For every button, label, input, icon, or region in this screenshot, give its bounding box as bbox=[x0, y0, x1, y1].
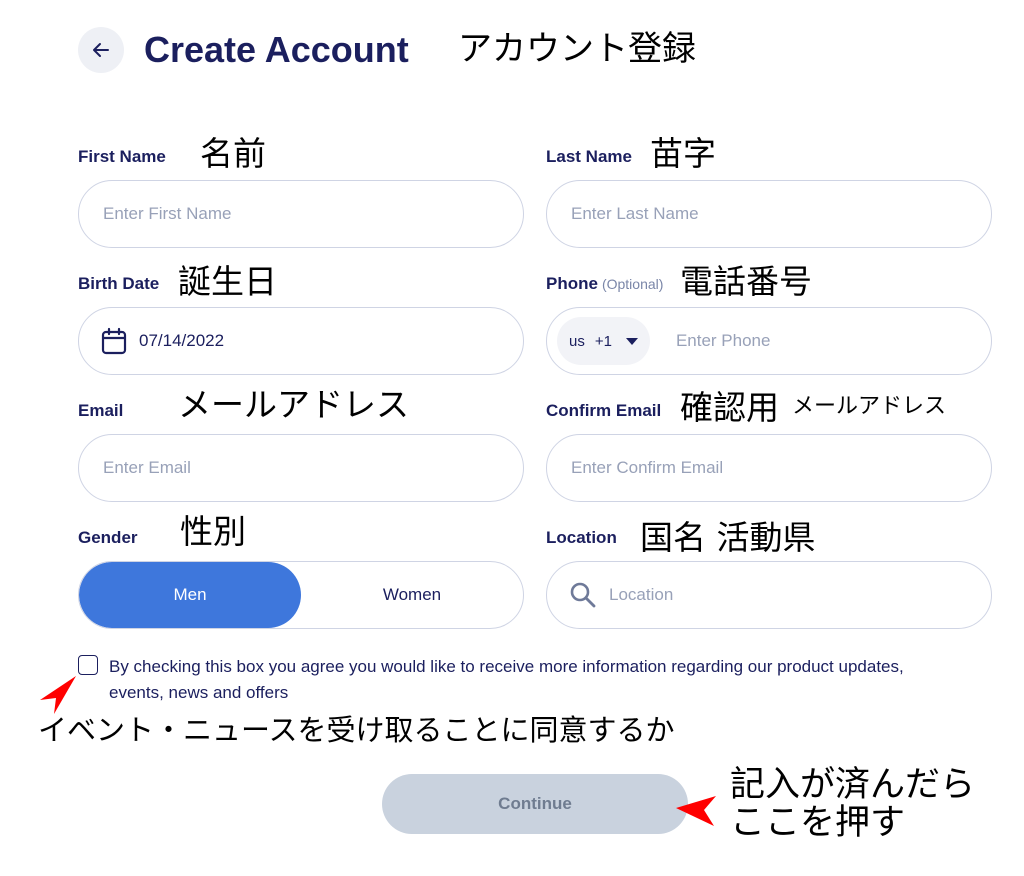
last-name-annotation: 苗字 bbox=[650, 134, 716, 173]
phone-label-text: Phone bbox=[546, 274, 598, 293]
email-label: Email bbox=[78, 401, 124, 420]
consent-annotation-arrow-icon bbox=[40, 676, 76, 714]
first-name-label: First Name bbox=[78, 147, 166, 166]
continue-annotation: 記入が済んだら ここを押す bbox=[730, 766, 975, 842]
phone-input[interactable] bbox=[673, 330, 969, 352]
continue-annotation-line1: 記入が済んだら bbox=[730, 765, 976, 805]
gender-annotation: 性別 bbox=[180, 512, 246, 551]
confirm-email-annotation: 確認用 bbox=[680, 388, 779, 427]
gender-option-women[interactable]: Women bbox=[301, 562, 523, 628]
email-annotation: メールアドレス bbox=[178, 385, 409, 424]
continue-annotation-line2: ここを押す bbox=[730, 803, 906, 843]
last-name-input[interactable] bbox=[569, 203, 969, 225]
gender-toggle[interactable]: Men Women bbox=[78, 561, 524, 629]
first-name-field[interactable] bbox=[78, 180, 524, 248]
continue-button[interactable]: Continue bbox=[382, 774, 688, 834]
confirm-email-annotation-small: メールアドレス bbox=[792, 394, 947, 419]
first-name-annotation: 名前 bbox=[200, 134, 266, 173]
confirm-email-input[interactable] bbox=[569, 457, 969, 479]
phone-annotation: 電話番号 bbox=[680, 262, 812, 301]
birth-date-field[interactable]: 07/14/2022 bbox=[78, 307, 524, 375]
caret-down-icon bbox=[625, 337, 638, 345]
location-annotation: 国名 活動県 bbox=[640, 518, 816, 557]
phone-field[interactable]: us +1 bbox=[546, 307, 992, 375]
gender-label: Gender bbox=[78, 528, 138, 547]
birth-date-value: 07/14/2022 bbox=[139, 331, 225, 350]
location-field[interactable] bbox=[546, 561, 992, 629]
email-field[interactable] bbox=[78, 434, 524, 502]
first-name-input[interactable] bbox=[101, 203, 501, 225]
birth-date-annotation: 誕生日 bbox=[178, 262, 277, 301]
last-name-label: Last Name bbox=[546, 147, 632, 166]
page-title-annotation: アカウント登録 bbox=[458, 29, 696, 69]
confirm-email-field[interactable] bbox=[546, 434, 992, 502]
search-icon bbox=[570, 582, 596, 608]
phone-label: Phone (Optional) bbox=[546, 273, 663, 295]
location-input[interactable] bbox=[607, 584, 969, 606]
country-dial-code: +1 bbox=[594, 332, 612, 350]
country-code-select[interactable]: us +1 bbox=[557, 317, 650, 365]
location-label: Location bbox=[546, 528, 617, 547]
consent-annotation: イベント・ニュースを受け取ることに同意するか bbox=[38, 713, 675, 747]
consent-text: By checking this box you agree you would… bbox=[109, 657, 904, 702]
email-input[interactable] bbox=[101, 457, 501, 479]
back-button[interactable] bbox=[78, 27, 124, 73]
continue-annotation-arrow-icon bbox=[676, 796, 716, 826]
page-title: Create Account bbox=[144, 29, 409, 70]
country-abbrev: us bbox=[569, 332, 585, 350]
calendar-icon[interactable] bbox=[101, 327, 127, 355]
arrow-left-icon bbox=[93, 43, 109, 57]
confirm-email-label: Confirm Email bbox=[546, 401, 662, 420]
consent-checkbox[interactable] bbox=[78, 655, 98, 675]
last-name-field[interactable] bbox=[546, 180, 992, 248]
gender-option-men[interactable]: Men bbox=[79, 562, 301, 628]
phone-optional-tag: (Optional) bbox=[601, 276, 664, 292]
birth-date-label: Birth Date bbox=[78, 274, 160, 293]
